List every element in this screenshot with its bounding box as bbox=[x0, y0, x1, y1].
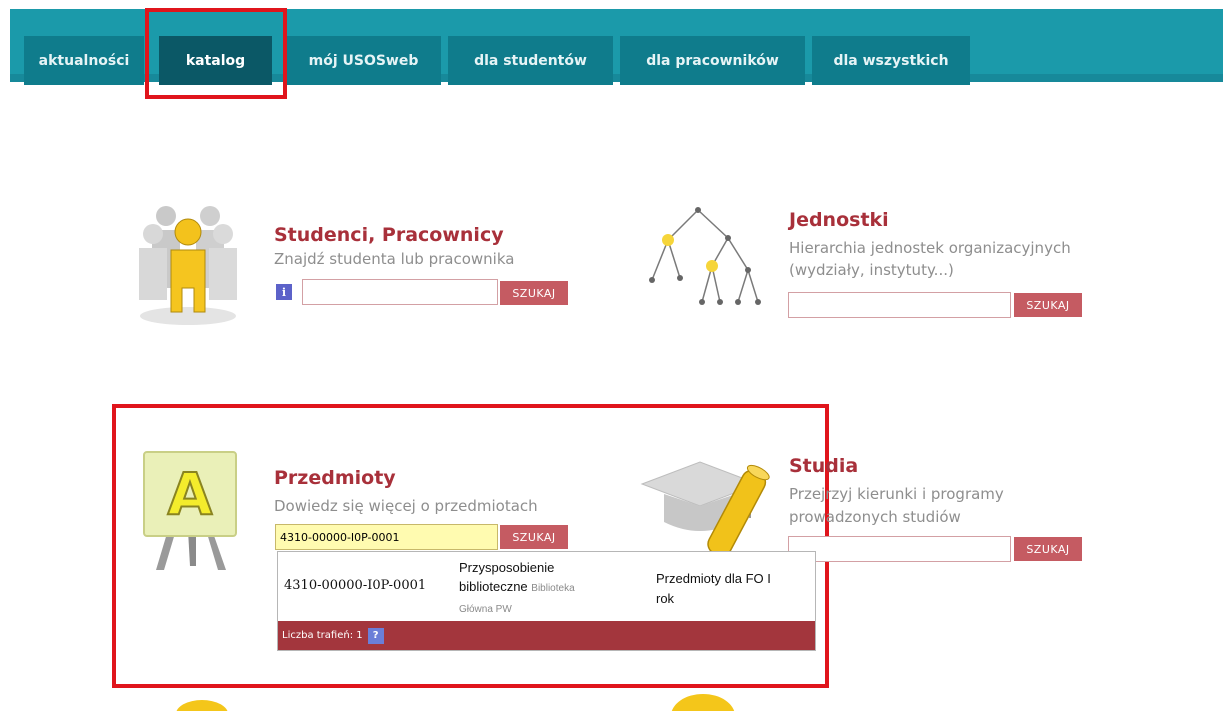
courses-search-input[interactable] bbox=[275, 524, 498, 550]
info-icon[interactable]: i bbox=[276, 284, 292, 300]
studies-search-input[interactable] bbox=[788, 536, 1011, 562]
people-icon bbox=[139, 206, 237, 325]
courses-description: Dowiedz się więcej o przedmiotach bbox=[274, 497, 538, 515]
tab-moj-usosweb[interactable]: mój USOSweb bbox=[286, 36, 441, 85]
result-name-line2: biblioteczne bbox=[459, 579, 528, 594]
studies-description-line1: Przejrzyj kierunki i programy bbox=[789, 485, 1004, 503]
studies-search-button[interactable]: SZUKAJ bbox=[1014, 537, 1082, 561]
courses-title: Przedmioty bbox=[274, 467, 396, 489]
easel-letter-a-icon: A bbox=[143, 451, 237, 570]
units-title: Jednostki bbox=[789, 209, 889, 231]
result-course-group[interactable]: Przedmioty dla FO I rok bbox=[656, 569, 806, 609]
svg-text:A: A bbox=[168, 460, 213, 528]
autocomplete-footer: Liczba trafień: 1 ? bbox=[278, 621, 815, 650]
result-unit-line2: Główna PW bbox=[459, 604, 512, 615]
units-description-line1: Hierarchia jednostek organizacyjnych bbox=[789, 239, 1071, 257]
hierarchy-icon bbox=[649, 207, 761, 305]
studies-description-line2: prowadzonych studiów bbox=[789, 508, 961, 526]
people-search-input[interactable] bbox=[302, 279, 498, 305]
partial-yellow-icon-left bbox=[176, 700, 228, 711]
result-course-name[interactable]: Przysposobienie biblioteczne Biblioteka … bbox=[459, 558, 629, 617]
result-group-line1: Przedmioty dla FO I bbox=[656, 571, 771, 586]
people-title: Studenci, Pracownicy bbox=[274, 224, 504, 246]
courses-search-button[interactable]: SZUKAJ bbox=[500, 525, 568, 549]
studies-title: Studia bbox=[789, 455, 859, 477]
partial-yellow-icon-right bbox=[671, 694, 735, 711]
help-icon[interactable]: ? bbox=[367, 627, 384, 644]
result-unit-line1: Biblioteka bbox=[531, 583, 575, 594]
tab-aktualnosci[interactable]: aktualności bbox=[24, 36, 144, 85]
units-description-line2: (wydziały, instytuty...) bbox=[789, 261, 954, 279]
units-search-input[interactable] bbox=[788, 292, 1011, 318]
result-course-code[interactable]: 4310-00000-I0P-0001 bbox=[284, 578, 426, 593]
courses-autocomplete-dropdown: 4310-00000-I0P-0001 Przysposobienie bibl… bbox=[277, 551, 816, 651]
people-description: Znajdź studenta lub pracownika bbox=[274, 250, 515, 268]
main-nav: aktualności katalog mój USOSweb dla stud… bbox=[10, 9, 1223, 85]
tab-katalog[interactable]: katalog bbox=[159, 36, 272, 85]
tab-dla-pracownikow[interactable]: dla pracowników bbox=[620, 36, 805, 85]
units-search-button[interactable]: SZUKAJ bbox=[1014, 293, 1082, 317]
hits-count: Liczba trafień: 1 bbox=[282, 630, 363, 641]
result-group-line2: rok bbox=[656, 591, 675, 606]
people-search-button[interactable]: SZUKAJ bbox=[500, 281, 568, 305]
tab-dla-studentow[interactable]: dla studentów bbox=[448, 36, 613, 85]
result-name-line1: Przysposobienie bbox=[459, 560, 555, 575]
tab-dla-wszystkich[interactable]: dla wszystkich bbox=[812, 36, 970, 85]
